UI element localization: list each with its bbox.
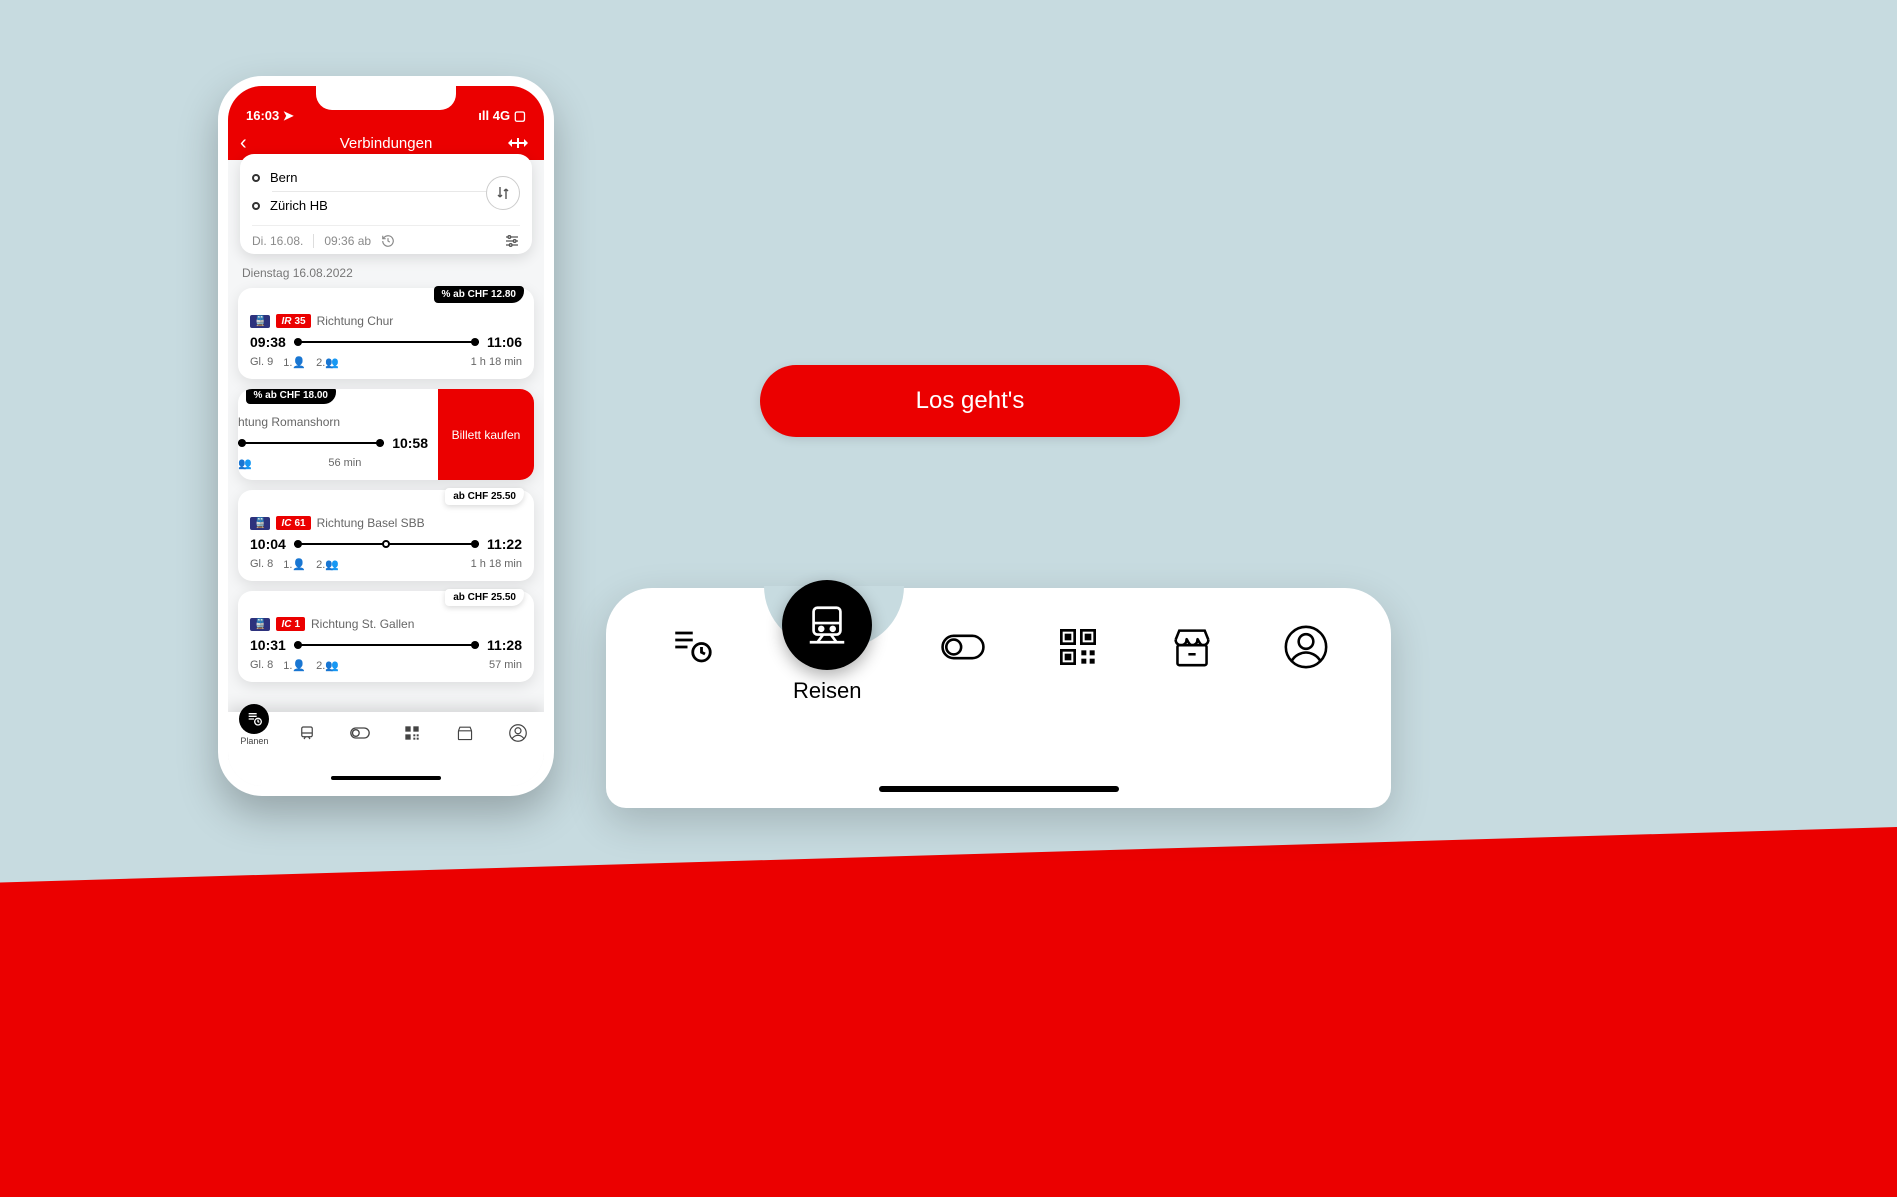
from-field[interactable]: Bern bbox=[252, 164, 520, 191]
price-badge: ab CHF 25.50 bbox=[445, 488, 524, 505]
status-bar: 16:03 ➤ ıll 4G ▢ bbox=[228, 86, 544, 126]
nav-easyride[interactable] bbox=[339, 722, 381, 744]
section-date-label: Dienstag 16.08.2022 bbox=[228, 260, 544, 288]
nav-bar-demo: Reisen bbox=[606, 588, 1391, 808]
journey-line-icon bbox=[294, 543, 479, 545]
occupancy-second: 2.👥 bbox=[316, 659, 339, 672]
arrival-time: 11:28 bbox=[487, 637, 522, 653]
journey-line-icon bbox=[294, 341, 479, 343]
duration-label: 56 min bbox=[328, 457, 361, 470]
qr-icon bbox=[401, 722, 423, 744]
home-indicator bbox=[331, 776, 441, 780]
platform-label: Gl. 8 bbox=[250, 659, 273, 672]
sbb-logo-icon bbox=[508, 136, 532, 150]
connection-card-swiped[interactable]: % ab CHF 18.00 chtung Romanshorn 10:58 👥… bbox=[238, 389, 534, 480]
toggle-icon bbox=[349, 722, 371, 744]
qr-icon bbox=[1055, 624, 1101, 670]
connection-card[interactable]: ab CHF 25.50 🚆 IC1 Richtung St. Gallen 1… bbox=[238, 591, 534, 682]
status-time: 16:03 ➤ bbox=[246, 108, 294, 124]
nav-travel[interactable] bbox=[286, 722, 328, 744]
toggle-icon bbox=[940, 624, 986, 670]
schedule-icon bbox=[239, 704, 269, 734]
page-title: Verbindungen bbox=[340, 135, 433, 152]
duration-label: 57 min bbox=[489, 659, 522, 672]
occupancy-first: 1.👤 bbox=[283, 356, 306, 369]
journey-line-icon bbox=[238, 442, 384, 444]
nav-profile[interactable] bbox=[497, 722, 539, 744]
date-time-row[interactable]: Di. 16.08. 09:36 ab bbox=[252, 225, 520, 248]
to-field[interactable]: Zürich HB bbox=[252, 192, 520, 219]
direction-label: Richtung St. Gallen bbox=[311, 617, 414, 631]
occupancy-first: 1.👤 bbox=[283, 558, 306, 571]
filter-icon[interactable] bbox=[504, 234, 520, 248]
nav-shop[interactable] bbox=[1169, 624, 1215, 670]
connection-card[interactable]: ab CHF 25.50 🚆 IC61 Richtung Basel SBB 1… bbox=[238, 490, 534, 581]
back-icon[interactable]: ‹ bbox=[240, 132, 247, 155]
price-badge: % ab CHF 18.00 bbox=[246, 389, 336, 404]
status-network: ıll 4G ▢ bbox=[478, 108, 526, 124]
line-badge: IR35 bbox=[276, 314, 310, 328]
arrival-time: 11:22 bbox=[487, 536, 522, 552]
nav-shop[interactable] bbox=[444, 722, 486, 744]
cta-button[interactable]: Los geht's bbox=[760, 365, 1180, 437]
train-icon: 🚆 bbox=[250, 618, 270, 631]
to-value: Zürich HB bbox=[270, 198, 328, 213]
train-icon bbox=[782, 580, 872, 670]
phone-notch bbox=[316, 86, 456, 110]
connection-card[interactable]: % ab CHF 12.80 🚆 IR35 Richtung Chur 09:3… bbox=[238, 288, 534, 379]
nav-label: Planen bbox=[240, 736, 268, 746]
buy-ticket-button[interactable]: Billett kaufen bbox=[438, 389, 534, 480]
destination-dot-icon bbox=[252, 202, 260, 210]
platform-label: Gl. 8 bbox=[250, 558, 273, 571]
direction-label: chtung Romanshorn bbox=[238, 415, 340, 429]
nav-plan[interactable]: Planen bbox=[233, 722, 275, 746]
departure-time: 10:04 bbox=[250, 536, 286, 552]
journey-line-icon bbox=[294, 644, 479, 646]
date-value: Di. 16.08. bbox=[252, 234, 303, 248]
departure-time: 09:38 bbox=[250, 334, 286, 350]
home-indicator bbox=[879, 786, 1119, 792]
occupancy-first: 1.👤 bbox=[283, 659, 306, 672]
duration-label: 1 h 18 min bbox=[471, 558, 522, 571]
nav-profile[interactable] bbox=[1283, 624, 1329, 670]
price-badge: % ab CHF 12.80 bbox=[434, 286, 524, 303]
platform-label: Gl. 9 bbox=[250, 356, 273, 369]
occupancy-second: 2.👥 bbox=[316, 558, 339, 571]
duration-label: 1 h 18 min bbox=[471, 356, 522, 369]
journey-search-card: Bern Zürich HB Di. 16.08. 09:36 ab bbox=[240, 154, 532, 254]
cta-label: Los geht's bbox=[916, 387, 1025, 415]
swap-button[interactable] bbox=[486, 176, 520, 210]
nav-tickets[interactable] bbox=[391, 722, 433, 744]
occupancy-second: 2.👥 bbox=[316, 356, 339, 369]
occupancy-icon: 👥 bbox=[238, 457, 252, 470]
from-value: Bern bbox=[270, 170, 297, 185]
user-icon bbox=[507, 722, 529, 744]
train-icon: 🚆 bbox=[250, 315, 270, 328]
departure-time: 10:31 bbox=[250, 637, 286, 653]
nav-label: Reisen bbox=[793, 678, 861, 704]
user-icon bbox=[1283, 624, 1329, 670]
line-badge: IC1 bbox=[276, 617, 305, 631]
nav-easyride[interactable] bbox=[940, 624, 986, 670]
shop-icon bbox=[454, 722, 476, 744]
schedule-icon bbox=[668, 624, 714, 670]
arrival-time: 11:06 bbox=[487, 334, 522, 350]
phone-bottom-nav: Planen bbox=[228, 712, 544, 786]
time-value: 09:36 ab bbox=[324, 234, 371, 248]
nav-plan[interactable] bbox=[668, 624, 714, 670]
arrival-time: 10:58 bbox=[392, 435, 428, 451]
background-red-shape bbox=[0, 827, 1897, 1197]
direction-label: Richtung Chur bbox=[317, 314, 394, 328]
nav-tickets[interactable] bbox=[1055, 624, 1101, 670]
line-badge: IC61 bbox=[276, 516, 310, 530]
direction-label: Richtung Basel SBB bbox=[317, 516, 425, 530]
origin-dot-icon bbox=[252, 174, 260, 182]
train-icon bbox=[296, 722, 318, 744]
train-icon: 🚆 bbox=[250, 517, 270, 530]
nav-travel-active[interactable]: Reisen bbox=[782, 580, 872, 704]
price-badge: ab CHF 25.50 bbox=[445, 589, 524, 606]
history-icon[interactable] bbox=[381, 234, 395, 248]
shop-icon bbox=[1169, 624, 1215, 670]
phone-mockup: 16:03 ➤ ıll 4G ▢ ‹ Verbindungen Bern Zür… bbox=[218, 76, 554, 796]
